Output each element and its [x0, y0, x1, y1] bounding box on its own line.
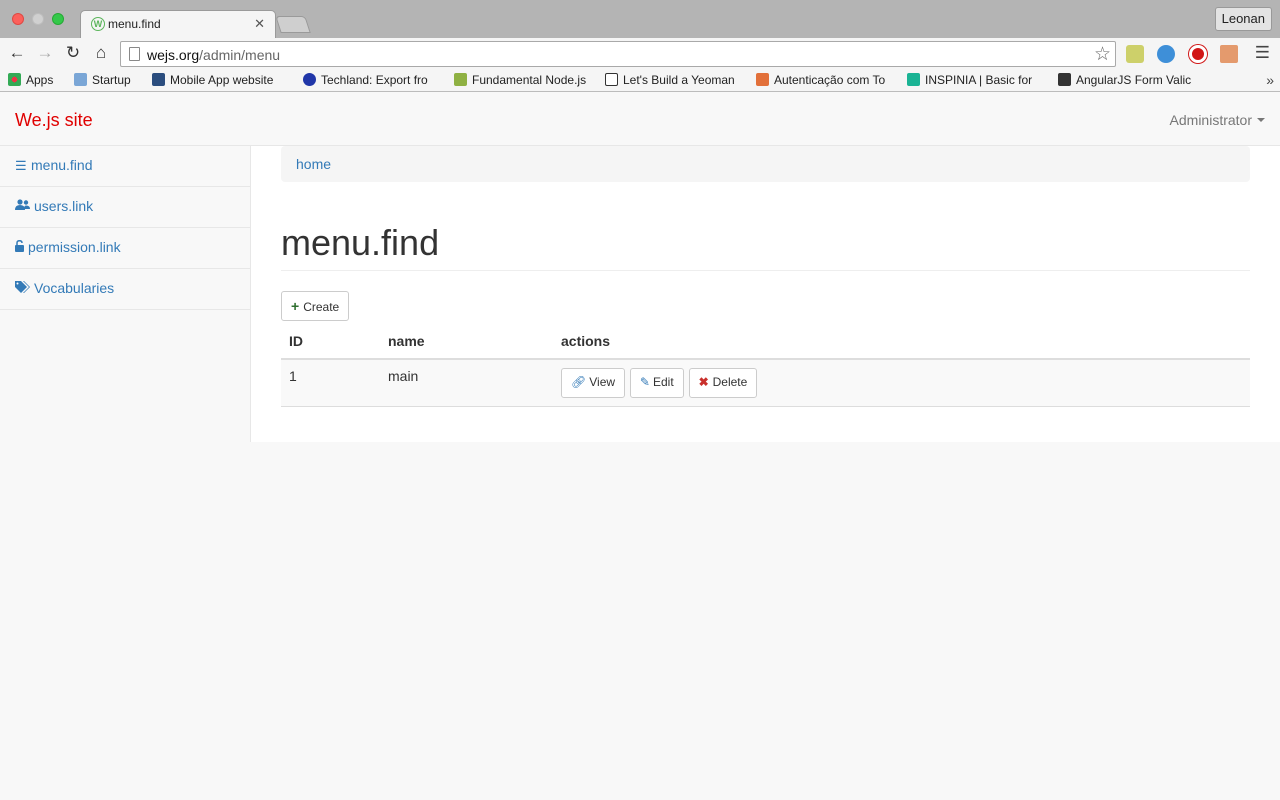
home-icon[interactable]: ⌂ — [90, 42, 112, 64]
bookmark-autenticacao[interactable]: Autenticação com To — [756, 73, 894, 89]
url-text: wejs.org/admin/menu — [147, 47, 281, 63]
edit-button[interactable]: ✎ Edit — [629, 368, 684, 398]
back-icon[interactable]: ← — [6, 42, 28, 64]
sidebar-item-label: Vocabularies — [34, 280, 115, 296]
w3-favicon-icon — [152, 73, 165, 86]
apps-grid-icon — [8, 73, 21, 86]
bookmark-fundamental-node[interactable]: Fundamental Node.js — [454, 73, 592, 89]
bookmark-angularjs-form[interactable]: AngularJS Form Valic — [1058, 73, 1196, 89]
extension-adblock-icon[interactable] — [1189, 45, 1207, 63]
sidebar-item-label: menu.find — [31, 157, 93, 173]
admin-sidebar: ☰ menu.find users.link permission.link Vo… — [0, 146, 251, 442]
users-icon — [15, 199, 34, 214]
close-window-button[interactable] — [12, 13, 24, 25]
plus-favicon-icon — [756, 73, 769, 86]
plus-icon: + — [291, 298, 300, 314]
techland-favicon-icon — [303, 73, 316, 86]
extension-pen-icon[interactable] — [1126, 45, 1144, 63]
browser-toolbar: ← → ↻ ⌂ wejs.org/admin/menu ☆ ☰ — [0, 38, 1280, 70]
create-label: Create — [303, 300, 340, 314]
extension-face-icon[interactable] — [1220, 45, 1238, 63]
sidebar-item-label: permission.link — [28, 239, 121, 255]
cell-actions: 🔗︎ View ✎ Edit ✖ Delete — [553, 359, 1250, 407]
user-name: Administrator — [1169, 112, 1252, 128]
edit-icon: ✎ — [639, 375, 650, 389]
sidebar-item-users[interactable]: users.link — [0, 187, 250, 228]
forward-icon[interactable]: → — [34, 42, 56, 64]
extension-globe-icon[interactable] — [1157, 45, 1175, 63]
node-favicon-icon — [454, 73, 467, 86]
delete-button[interactable]: ✖ Delete — [688, 368, 758, 398]
reload-icon[interactable]: ↻ — [62, 42, 84, 64]
remove-icon: ✖ — [698, 375, 709, 389]
cell-id: 1 — [281, 359, 380, 407]
cell-name: main — [380, 359, 553, 407]
sidebar-item-menu[interactable]: ☰ menu.find — [0, 146, 250, 187]
delete-label: Delete — [712, 375, 748, 389]
sidebar-item-vocabularies[interactable]: Vocabularies — [0, 269, 250, 310]
bookmark-techland[interactable]: Techland: Export fro — [303, 73, 441, 89]
table-header-row: ID name actions — [281, 324, 1250, 360]
sidebar-item-label: users.link — [34, 198, 94, 214]
column-header-id: ID — [281, 324, 380, 360]
bookmark-yeoman[interactable]: Let's Build a Yeoman — [605, 73, 743, 89]
view-button[interactable]: 🔗︎ View — [561, 368, 626, 398]
zoom-window-button[interactable] — [52, 13, 64, 25]
bookmark-apps[interactable]: Apps — [8, 73, 68, 89]
brand-link[interactable]: We.js site — [15, 110, 93, 131]
view-label: View — [589, 375, 616, 389]
breadcrumb-home-link[interactable]: home — [296, 156, 331, 172]
create-button[interactable]: + Create — [281, 291, 350, 321]
edit-label: Edit — [652, 375, 674, 389]
page-icon — [129, 47, 140, 61]
link-icon: 🔗︎ — [571, 375, 587, 389]
unlock-icon — [15, 240, 28, 255]
column-header-name: name — [380, 324, 553, 360]
main-content: home menu.find + Create ID name actions 1… — [251, 146, 1280, 442]
user-dropdown[interactable]: Administrator — [1170, 112, 1265, 128]
breadcrumb: home — [281, 146, 1250, 182]
tags-icon — [15, 281, 34, 296]
bookmarks-bar: Apps Startup Mobile App website Techland… — [0, 70, 1280, 92]
bookmark-startup[interactable]: Startup — [74, 73, 144, 89]
bookmark-star-icon[interactable]: ☆ — [1094, 43, 1111, 66]
new-tab-button[interactable] — [275, 16, 311, 33]
site-navbar: We.js site Administrator — [0, 93, 1280, 146]
yeoman-favicon-icon — [605, 73, 618, 86]
menu-table: ID name actions 1 main 🔗︎ View ✎ Edit ✖ Del… — [281, 324, 1250, 407]
caret-down-icon — [1257, 118, 1265, 122]
browser-tab[interactable]: W menu.find ✕ — [80, 10, 276, 38]
bookmark-mobile-app[interactable]: Mobile App website — [152, 73, 290, 89]
sidebar-item-permission[interactable]: permission.link — [0, 228, 250, 269]
folder-icon — [74, 73, 87, 86]
inspinia-favicon-icon — [907, 73, 920, 86]
tab-close-icon[interactable]: ✕ — [254, 16, 265, 32]
browser-menu-icon[interactable]: ☰ — [1255, 43, 1270, 63]
bookmark-inspinia[interactable]: INSPINIA | Basic for — [907, 73, 1045, 89]
minimize-window-button[interactable] — [32, 13, 44, 25]
bars-icon: ☰ — [15, 158, 27, 173]
column-header-actions: actions — [553, 324, 1250, 360]
angular-favicon-icon — [1058, 73, 1071, 86]
title-divider — [281, 270, 1250, 271]
tab-title: menu.find — [108, 17, 161, 31]
page-title: menu.find — [281, 222, 440, 263]
profile-button[interactable]: Leonan — [1214, 7, 1272, 31]
browser-tab-strip: W menu.find ✕ Leonan — [0, 0, 1280, 38]
wejs-favicon-icon: W — [91, 17, 105, 31]
more-bookmarks-icon[interactable]: » — [1266, 72, 1274, 88]
table-row: 1 main 🔗︎ View ✎ Edit ✖ Delete — [281, 359, 1250, 407]
address-bar[interactable]: wejs.org/admin/menu ☆ — [120, 41, 1116, 67]
